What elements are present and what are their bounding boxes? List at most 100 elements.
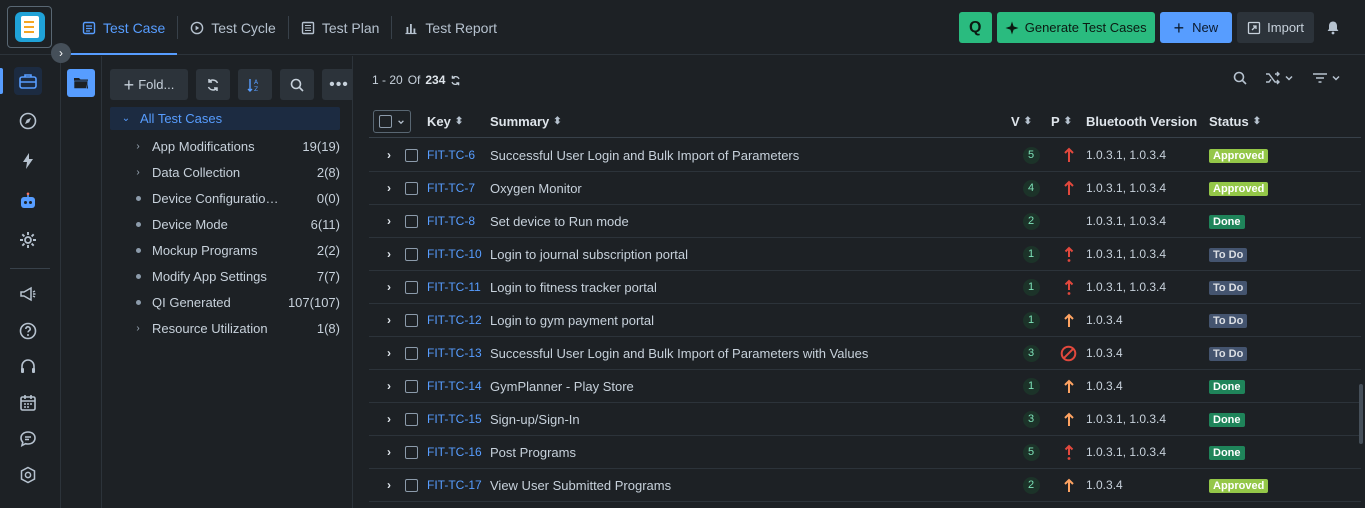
table-row[interactable]: › FIT-TC-6 Successful User Login and Bulk … xyxy=(369,139,1361,172)
tab-test-plan[interactable]: Test Plan xyxy=(289,0,392,55)
row-checkbox[interactable] xyxy=(404,280,418,294)
chevron-down-icon[interactable]: ⌄ xyxy=(120,113,132,124)
row-expand-chevron-icon[interactable]: › xyxy=(369,313,391,327)
row-checkbox[interactable] xyxy=(404,181,418,195)
row-expand-chevron-icon[interactable]: › xyxy=(369,478,391,492)
sort-button[interactable]: AZ xyxy=(238,69,272,100)
select-all-checkbox[interactable] xyxy=(379,115,392,128)
table-row[interactable]: › FIT-TC-11 Login to fitness tracker porta… xyxy=(369,271,1361,304)
chevron-right-icon[interactable]: › xyxy=(132,167,144,178)
row-key-link[interactable]: FIT-TC-7 xyxy=(427,181,490,195)
compass-icon[interactable] xyxy=(14,107,42,135)
refresh-icon[interactable] xyxy=(450,75,461,86)
table-row[interactable]: › FIT-TC-14 GymPlanner - Play Store 1 1.0.3.… xyxy=(369,370,1361,403)
row-checkbox[interactable] xyxy=(404,214,418,228)
sidebar-collapse-chevron-icon[interactable]: › xyxy=(51,43,71,63)
tree-folder-item[interactable]: Device Mode 6(11) xyxy=(110,211,340,237)
column-status[interactable]: Status ⬍ xyxy=(1209,114,1299,129)
tree-folder-item[interactable]: QI Generated 107(107) xyxy=(110,289,340,315)
filter-menu-button[interactable] xyxy=(1312,72,1341,84)
shuffle-menu-button[interactable] xyxy=(1265,71,1294,85)
plus-icon: + xyxy=(1173,17,1185,38)
row-key-link[interactable]: FIT-TC-10 xyxy=(427,247,490,261)
table-row[interactable]: › FIT-TC-10 Login to journal subscription … xyxy=(369,238,1361,271)
megaphone-icon[interactable] xyxy=(14,280,42,308)
shield-logo-icon[interactable] xyxy=(14,461,42,489)
table-row[interactable]: › FIT-TC-16 Post Programs 5 1.0.3.1, 1.0.3.4… xyxy=(369,436,1361,469)
table-row[interactable]: › FIT-TC-12 Login to gym payment portal 1 1.… xyxy=(369,304,1361,337)
row-key-link[interactable]: FIT-TC-15 xyxy=(427,412,490,426)
tab-test-cycle[interactable]: Test Cycle xyxy=(178,0,288,55)
generate-test-cases-button[interactable]: Generate Test Cases xyxy=(996,12,1155,43)
row-key-link[interactable]: FIT-TC-6 xyxy=(427,148,490,162)
row-expand-chevron-icon[interactable]: › xyxy=(369,346,391,360)
row-key-link[interactable]: FIT-TC-16 xyxy=(427,445,490,459)
tree-folder-item[interactable]: › Data Collection 2(8) xyxy=(110,159,340,185)
chevron-right-icon[interactable]: › xyxy=(132,141,144,152)
row-expand-chevron-icon[interactable]: › xyxy=(369,247,391,261)
table-row[interactable]: › FIT-TC-15 Sign-up/Sign-In 3 1.0.3.1, 1.0.3… xyxy=(369,403,1361,436)
add-folder-button[interactable]: + Fold... xyxy=(110,69,188,100)
headset-icon[interactable] xyxy=(14,353,42,381)
table-row[interactable]: › FIT-TC-8 Set device to Run mode 2 1.0.3.1,… xyxy=(369,205,1361,238)
help-icon[interactable] xyxy=(14,317,42,345)
column-bluetooth-version[interactable]: Bluetooth Version xyxy=(1086,114,1209,129)
row-key-link[interactable]: FIT-TC-17 xyxy=(427,478,490,492)
ai-search-button[interactable]: Q xyxy=(958,12,992,43)
tree-search-button[interactable] xyxy=(280,69,314,100)
row-key-link[interactable]: FIT-TC-14 xyxy=(427,379,490,393)
scrollbar[interactable] xyxy=(1359,384,1363,444)
row-key-link[interactable]: FIT-TC-8 xyxy=(427,214,490,228)
table-row[interactable]: › FIT-TC-7 Oxygen Monitor 4 1.0.3.1, 1.0.3.4… xyxy=(369,172,1361,205)
tree-folder-item[interactable]: › Resource Utilization 1(8) xyxy=(110,315,340,341)
bot-icon[interactable] xyxy=(14,187,42,215)
row-expand-chevron-icon[interactable]: › xyxy=(369,412,391,426)
tree-folder-item[interactable]: › App Modifications 19(19) xyxy=(110,133,340,159)
row-expand-chevron-icon[interactable]: › xyxy=(369,445,391,459)
row-expand-chevron-icon[interactable]: › xyxy=(369,148,391,162)
row-key-link[interactable]: FIT-TC-12 xyxy=(427,313,490,327)
row-checkbox[interactable] xyxy=(404,412,418,426)
row-checkbox[interactable] xyxy=(404,148,418,162)
column-v[interactable]: V ⬍ xyxy=(1011,114,1051,129)
row-expand-chevron-icon[interactable]: › xyxy=(369,181,391,195)
briefcase-icon[interactable] xyxy=(14,67,42,95)
row-checkbox[interactable] xyxy=(404,478,418,492)
import-button[interactable]: Import xyxy=(1237,12,1314,43)
row-key-link[interactable]: FIT-TC-11 xyxy=(427,280,490,294)
lightning-icon[interactable] xyxy=(14,147,42,175)
table-row[interactable]: › FIT-TC-17 View User Submitted Programs 2 1… xyxy=(369,469,1361,502)
row-checkbox[interactable] xyxy=(404,247,418,261)
gear-icon[interactable] xyxy=(14,226,42,254)
row-checkbox[interactable] xyxy=(404,313,418,327)
row-checkbox[interactable] xyxy=(404,445,418,459)
column-p[interactable]: P ⬍ xyxy=(1051,114,1086,129)
row-expand-chevron-icon[interactable]: › xyxy=(369,280,391,294)
chevron-right-icon[interactable]: › xyxy=(132,323,144,334)
tree-root-all-test-cases[interactable]: ⌄ All Test Cases xyxy=(110,107,340,130)
select-all-dropdown[interactable] xyxy=(373,110,411,133)
row-checkbox[interactable] xyxy=(404,379,418,393)
row-key-link[interactable]: FIT-TC-13 xyxy=(427,346,490,360)
refresh-button[interactable] xyxy=(196,69,230,100)
tree-folder-item[interactable]: Mockup Programs 2(2) xyxy=(110,237,340,263)
priority-medium-icon xyxy=(1063,478,1074,492)
row-checkbox[interactable] xyxy=(404,346,418,360)
row-expand-chevron-icon[interactable]: › xyxy=(369,214,391,228)
calendar-icon[interactable] xyxy=(14,389,42,417)
row-expand-chevron-icon[interactable]: › xyxy=(369,379,391,393)
tree-folder-item[interactable]: Modify App Settings 7(7) xyxy=(110,263,340,289)
tab-test-case[interactable]: Test Case xyxy=(70,0,178,55)
notifications-bell-icon[interactable] xyxy=(1319,12,1347,43)
folder-open-icon[interactable] xyxy=(67,69,95,97)
column-key[interactable]: Key ⬍ xyxy=(427,114,490,129)
new-button[interactable]: + New xyxy=(1159,12,1233,43)
search-icon[interactable] xyxy=(1233,71,1247,85)
table-row[interactable]: › FIT-TC-13 Successful User Login and Bulk… xyxy=(369,337,1361,370)
more-options-button[interactable]: ••• xyxy=(322,69,356,100)
column-summary[interactable]: Summary ⬍ xyxy=(490,114,1011,129)
tab-test-report[interactable]: Test Report xyxy=(392,0,509,55)
chat-icon[interactable] xyxy=(14,425,42,453)
tree-folder-item[interactable]: Device Configuration fo... 0(0) xyxy=(110,185,340,211)
app-logo[interactable] xyxy=(7,6,52,48)
